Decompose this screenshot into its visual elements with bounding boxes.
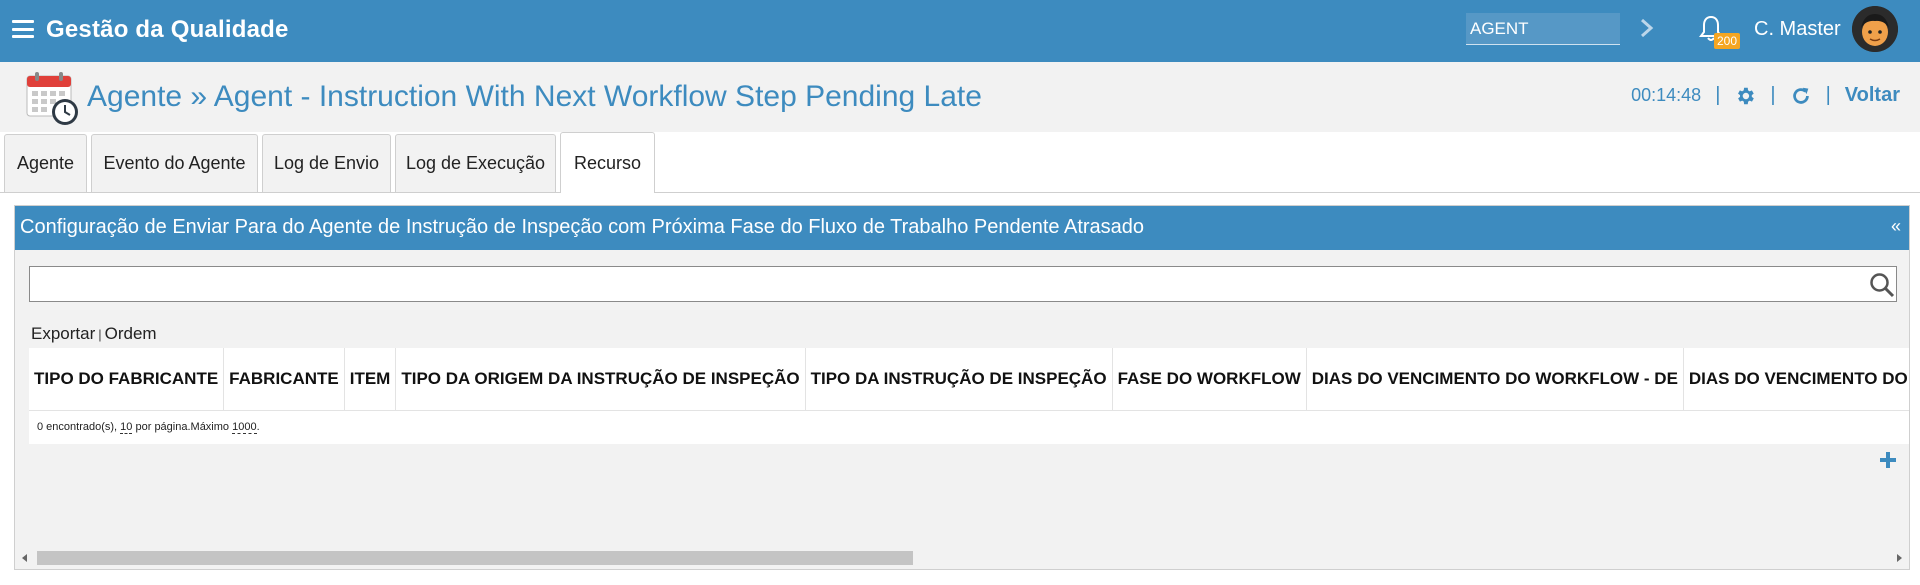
search-icon[interactable] <box>1869 272 1895 298</box>
per-page-selector[interactable]: 10 <box>120 421 133 434</box>
notification-badge: 200 <box>1714 33 1741 49</box>
app-title: Gestão da Qualidade <box>46 16 289 43</box>
content-area: Configuração de Enviar Para do Agente de… <box>0 193 1920 585</box>
scrollbar-thumb[interactable] <box>37 551 913 565</box>
actions-divider: | <box>98 327 102 342</box>
page-header: Agente » Agent - Instruction With Next W… <box>0 62 1920 132</box>
refresh-icon[interactable] <box>1790 85 1812 107</box>
back-link[interactable]: Voltar <box>1845 84 1900 107</box>
header-row: TIPO DO FABRICANTE FABRICANTE ITEM TIPO … <box>29 348 1909 411</box>
pagination-info: 0 encontrado(s), 10 por página.Máximo 10… <box>37 421 260 434</box>
filter-input[interactable] <box>29 266 1897 302</box>
column-header[interactable]: FASE DO WORKFLOW <box>1112 348 1307 411</box>
scroll-left-icon[interactable] <box>19 552 31 564</box>
separator: | <box>1825 84 1831 106</box>
gear-icon[interactable] <box>1734 85 1756 107</box>
max-selector[interactable]: 1000 <box>232 421 257 434</box>
calendar-clock-icon <box>26 72 78 125</box>
results-count: 0 encontrado(s), <box>37 421 118 433</box>
collapse-button[interactable]: « <box>1891 216 1901 237</box>
tab-recurso[interactable]: Recurso <box>560 132 655 193</box>
per-page-text: por página.Máximo <box>135 421 230 433</box>
column-header[interactable]: TIPO DA ORIGEM DA INSTRUÇÃO DE INSPEÇÃO <box>395 348 806 411</box>
footer-end: . <box>256 421 260 433</box>
hamburger-icon[interactable] <box>12 20 34 38</box>
export-link[interactable]: Exportar <box>31 324 95 343</box>
grid-table: TIPO DO FABRICANTE FABRICANTE ITEM TIPO … <box>29 348 1909 411</box>
user-name[interactable]: C. Master <box>1754 18 1841 41</box>
data-grid: TIPO DO FABRICANTE FABRICANTE ITEM TIPO … <box>29 348 1909 444</box>
separator: | <box>1715 84 1721 106</box>
column-header[interactable]: ITEM <box>344 348 397 411</box>
grid-actions: Exportar | Ordem <box>31 324 157 344</box>
column-header[interactable]: DIAS DO VENCIMENTO DO WORKFLOW <box>1683 348 1909 411</box>
panel-title: Configuração de Enviar Para do Agente de… <box>20 216 1145 238</box>
column-header[interactable]: TIPO DO FABRICANTE <box>29 348 225 411</box>
column-header[interactable]: FABRICANTE <box>223 348 345 411</box>
column-header[interactable]: TIPO DA INSTRUÇÃO DE INSPEÇÃO <box>805 348 1113 411</box>
panel-header: Configuração de Enviar Para do Agente de… <box>15 206 1909 250</box>
tab-agente[interactable]: Agente <box>4 134 87 192</box>
horizontal-scrollbar[interactable] <box>15 548 1909 568</box>
tab-evento-do-agente[interactable]: Evento do Agente <box>91 134 258 192</box>
resource-panel: Configuração de Enviar Para do Agente de… <box>14 205 1910 570</box>
top-bar: Gestão da Qualidade 200 C. Master <box>0 0 1920 62</box>
page-title: Agente » Agent - Instruction With Next W… <box>87 80 982 113</box>
tab-bar: Agente Evento do Agente Log de Envio Log… <box>0 132 1920 193</box>
tab-log-de-envio[interactable]: Log de Envio <box>262 134 391 192</box>
tab-log-de-execucao[interactable]: Log de Execução <box>395 134 556 192</box>
session-timer: 00:14:48 <box>1631 85 1702 105</box>
column-header[interactable]: DIAS DO VENCIMENTO DO WORKFLOW - DE <box>1306 348 1684 411</box>
scroll-right-icon[interactable] <box>1893 552 1905 564</box>
chevron-right-icon[interactable] <box>1636 16 1658 40</box>
order-link[interactable]: Ordem <box>105 324 157 343</box>
add-icon[interactable] <box>1877 449 1899 471</box>
avatar[interactable] <box>1852 6 1898 52</box>
header-actions: 00:14:48 | | | Voltar <box>1631 84 1900 107</box>
separator: | <box>1770 84 1776 106</box>
search-input[interactable] <box>1466 13 1620 45</box>
